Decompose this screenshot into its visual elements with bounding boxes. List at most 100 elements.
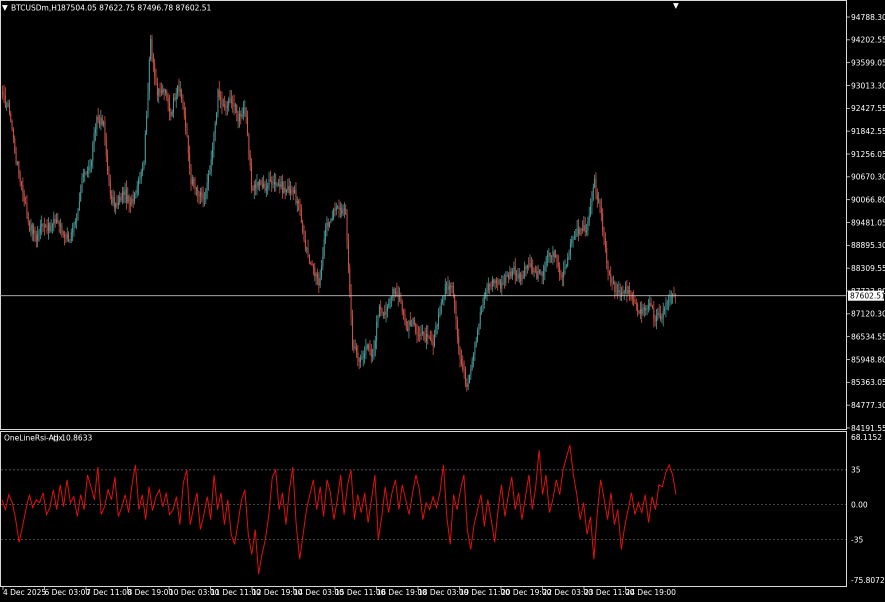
- candle-body: [586, 230, 588, 233]
- candle-body: [39, 226, 41, 233]
- candle-body: [435, 325, 437, 335]
- candle-body: [350, 291, 352, 317]
- candle-body: [647, 305, 649, 309]
- candle-body: [665, 303, 667, 309]
- candle-body: [12, 129, 14, 139]
- candle-body: [525, 266, 527, 269]
- candle-body: [69, 240, 71, 242]
- candle-body: [603, 231, 605, 239]
- price-axis[interactable]: 94788.30 94202.55 93599.05 93013.30 92427.55…: [847, 13, 885, 433]
- candle-body: [522, 275, 524, 277]
- candle-body: [532, 267, 534, 273]
- candle-body: [300, 209, 302, 223]
- candle-body: [183, 108, 185, 116]
- candle-body: [77, 210, 79, 219]
- candle-body: [399, 296, 401, 298]
- candle-body: [109, 181, 111, 196]
- candle-body: [123, 191, 125, 195]
- candle-body: [479, 312, 481, 325]
- candle-body: [442, 299, 444, 302]
- candle-body: [622, 292, 624, 294]
- indicator-axis[interactable]: 68.1152 35 0.00 -35 -75.8072: [851, 433, 885, 585]
- candle-body: [456, 320, 458, 337]
- candle-body: [317, 273, 318, 279]
- candle-body: [400, 296, 402, 302]
- candle-body: [2, 91, 4, 95]
- main-pane-frame: [0, 0, 847, 430]
- candle-body: [234, 105, 236, 107]
- candle-body: [119, 197, 121, 203]
- price-tick-label: 90066.80: [851, 195, 885, 204]
- candle-body: [471, 359, 473, 369]
- candle-body: [666, 302, 668, 304]
- price-tick-label: 86534.55: [851, 332, 885, 341]
- candle-body: [124, 189, 126, 195]
- candle-body: [194, 184, 196, 190]
- candle-body: [662, 310, 664, 318]
- candle-body: [460, 358, 462, 364]
- candle-body: [673, 294, 675, 296]
- candle-body: [17, 161, 18, 164]
- candle-body: [654, 318, 656, 322]
- candle-body: [261, 184, 263, 188]
- candle-body: [245, 108, 247, 118]
- candle-body: [187, 136, 189, 154]
- candle-body: [357, 352, 359, 359]
- candle-body: [598, 199, 600, 201]
- candle-body: [26, 202, 28, 215]
- candle-body: [358, 358, 360, 362]
- candle-body: [378, 306, 380, 317]
- candle-body: [516, 274, 518, 276]
- candle-body: [271, 180, 273, 185]
- candle-body: [54, 218, 56, 223]
- time-axis[interactable]: 4 Dec 20256 Dec 03:007 Dec 11:008 Dec 19…: [2, 587, 676, 597]
- candle-body: [356, 347, 357, 353]
- candle-body: [444, 284, 446, 297]
- candle-body: [220, 97, 222, 100]
- candle-body: [518, 273, 520, 279]
- chart-window[interactable]: 94788.30 94202.55 93599.05 93013.30 92427.55…: [0, 0, 885, 600]
- candle-body: [33, 229, 35, 234]
- candle-body: [563, 269, 565, 278]
- candle-body: [31, 224, 33, 234]
- candle-body: [416, 332, 418, 335]
- candle-body: [569, 243, 571, 256]
- candle-body: [545, 257, 547, 267]
- candle-body: [502, 282, 504, 284]
- candle-body: [553, 251, 555, 257]
- candle-body: [369, 348, 371, 350]
- collapse-arrow-icon[interactable]: ▼: [2, 3, 8, 12]
- candle-body: [138, 179, 140, 187]
- indicator-line: [1, 444, 677, 575]
- candle-body: [236, 105, 238, 113]
- candle-body: [206, 182, 208, 191]
- candle-body: [454, 294, 456, 310]
- candle-body: [162, 89, 164, 93]
- candle-body: [588, 215, 590, 222]
- candle-body: [257, 182, 259, 186]
- candle-body: [279, 183, 281, 188]
- price-tick-label: 85948.80: [851, 355, 885, 364]
- candle-body: [326, 222, 328, 230]
- candle-body: [438, 314, 440, 326]
- candle-body: [385, 310, 387, 315]
- shift-marker-icon[interactable]: ▼: [673, 1, 679, 10]
- candle-body: [651, 305, 653, 309]
- candle-body: [633, 299, 635, 302]
- candle-body: [29, 221, 31, 231]
- candle-body: [224, 104, 226, 108]
- indicator-tick-label: 35: [851, 466, 861, 475]
- candle-body: [30, 224, 32, 231]
- candle-body: [403, 311, 405, 315]
- candle-body: [156, 83, 158, 96]
- candle-body: [580, 228, 582, 230]
- candle-body: [18, 161, 20, 174]
- candle-body: [447, 283, 449, 290]
- candle-body: [534, 271, 536, 272]
- candle-body: [229, 98, 231, 100]
- candle-body: [244, 108, 246, 109]
- candle-body: [342, 209, 344, 214]
- candle-body: [154, 63, 156, 77]
- chart-canvas[interactable]: 94788.30 94202.55 93599.05 93013.30 92427.55…: [0, 0, 885, 600]
- candle-body: [299, 203, 301, 210]
